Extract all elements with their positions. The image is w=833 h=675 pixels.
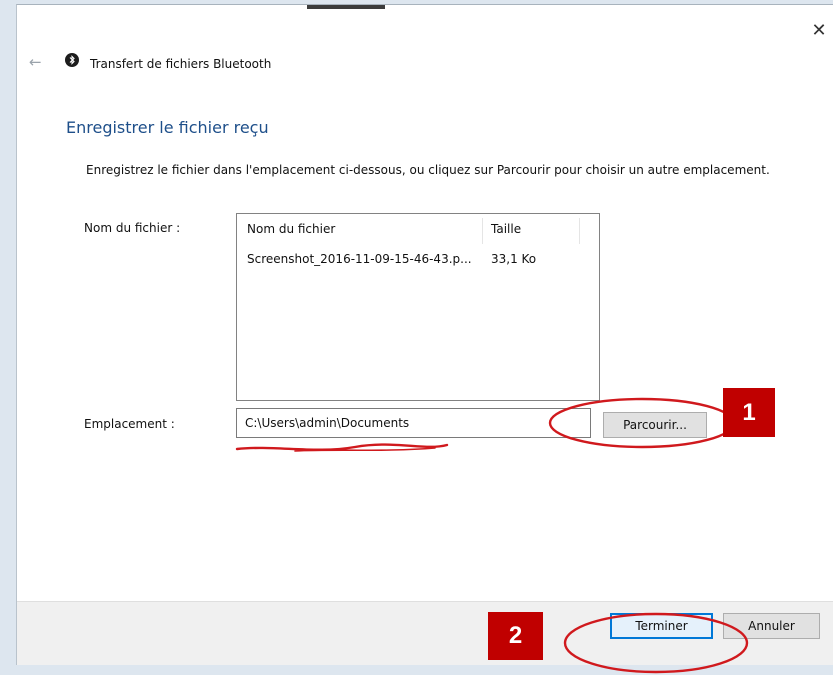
bluetooth-icon xyxy=(65,53,79,67)
location-label: Emplacement : xyxy=(84,417,175,431)
column-header-filename[interactable]: Nom du fichier xyxy=(247,222,477,244)
column-separator[interactable] xyxy=(482,218,483,244)
page-heading: Enregistrer le fichier reçu xyxy=(66,118,269,137)
close-icon[interactable]: ✕ xyxy=(807,19,831,43)
location-input[interactable]: C:\Users\admin\Documents xyxy=(236,408,591,438)
back-arrow-icon[interactable]: ← xyxy=(29,53,42,71)
bluetooth-transfer-dialog: ✕ ← Transfert de fichiers Bluetooth Enre… xyxy=(16,4,833,665)
file-row-size[interactable]: 33,1 Ko xyxy=(491,252,536,266)
file-row-name[interactable]: Screenshot_2016-11-09-15-46-43.p... xyxy=(247,252,472,266)
annotation-badge-2: 2 xyxy=(488,612,543,660)
window-title: Transfert de fichiers Bluetooth xyxy=(90,57,272,71)
cancel-button[interactable]: Annuler xyxy=(723,613,820,639)
annotation-badge-1: 1 xyxy=(723,388,775,437)
column-separator[interactable] xyxy=(579,218,580,244)
window-top-edge xyxy=(307,5,385,9)
instructions-text: Enregistrez le fichier dans l'emplacemen… xyxy=(86,163,770,177)
browse-button[interactable]: Parcourir... xyxy=(603,412,707,438)
file-list[interactable]: Nom du fichier Taille Screenshot_2016-11… xyxy=(236,213,600,401)
red-underline-annotation xyxy=(235,443,449,452)
finish-button[interactable]: Terminer xyxy=(610,613,713,639)
column-header-size[interactable]: Taille xyxy=(491,222,521,244)
filename-label: Nom du fichier : xyxy=(84,221,181,235)
